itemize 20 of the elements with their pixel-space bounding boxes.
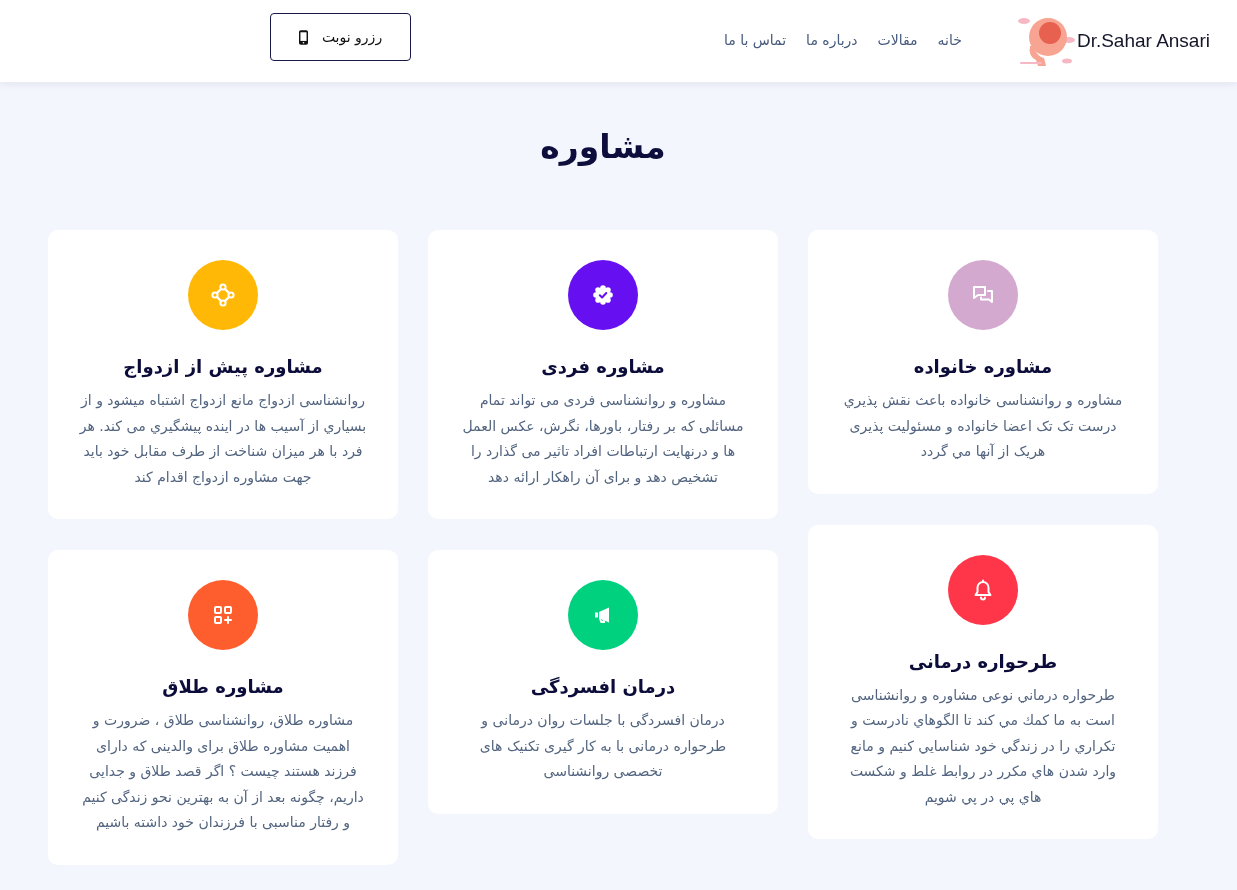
card-title: مشاوره طلاق <box>161 675 285 700</box>
card-title: طرحواره درمانی <box>907 649 1059 675</box>
nav-link[interactable]: تماس با ما <box>723 32 787 48</box>
card-description: مشاوره طلاق، روانشناسی طلاق ، ضرورت و اهمیت مشاوره طلاق برای والدینی که دارای فرزند هستند چیست ؟ اگر قصد طلاق و جدایی داریم، چگونه بعد از آن به بهترین نحو زندگی کنیم و رفتار مناسبی با فرزندان خود داشته باشیم <box>81 711 365 833</box>
card-title: مشاوره خانواده <box>912 355 1054 380</box>
card-description: طرحواره درماني نوعی مشاوره و روانشناسی است به ما كمك مي كند تا الگوهاي نادرست و تكراري را در زندگي خود شناسايي كنيم و مانع وارد شدن هاي مكرر در روابط غلط و شكست هاي پي در پي شويم <box>848 685 1118 808</box>
card-description: مشاوره و روانشناسی فردی می تواند تمام مسائلی که بر رفتار، باورها، نگرش، عکس العمل ها و درنهایت ارتباطات افراد تاثیر می گذارد را تشخیص دهد و برای آن راهکار ارائه دهد <box>461 391 745 488</box>
card-description: روانشناسی ازدواج مانع ازدواج اشتباه میشود و از بسياري از آسیب ها در اینده پیشگيري می کند. هر فرد با هر میزان شناخت از طرف مقابل خود باید جهت مشاوره ازدواج اقدام کند <box>78 391 368 488</box>
card-description: مشاوره و روانشناسی خانواده باعث نقش پذيري درست تک تک اعضا خانواده و مسئولیت پذیری هریک از آنها مي گردد <box>842 391 1124 462</box>
nav-link[interactable]: درباره ما <box>806 32 858 48</box>
brand-name: Dr.Sahar Ansari <box>1076 30 1210 52</box>
card-description: درمان افسردگی با جلسات روان درمانی و طرحواره درمانی با به کار گیری تکنیک های تخصصی روانشناسی <box>478 711 728 782</box>
card-title: مشاوره پیش از ازدواج <box>122 355 324 380</box>
nav-link[interactable]: مقالات <box>877 32 918 48</box>
card-title: درمان افسردگی <box>529 675 677 700</box>
booking-button[interactable]: رزرو نوبت <box>270 13 411 61</box>
nav-link[interactable]: خانه <box>937 32 962 48</box>
card-title: مشاوره فردی <box>540 355 666 380</box>
mobile-phone-icon <box>298 29 308 45</box>
section-title: مشاوره <box>539 126 667 168</box>
